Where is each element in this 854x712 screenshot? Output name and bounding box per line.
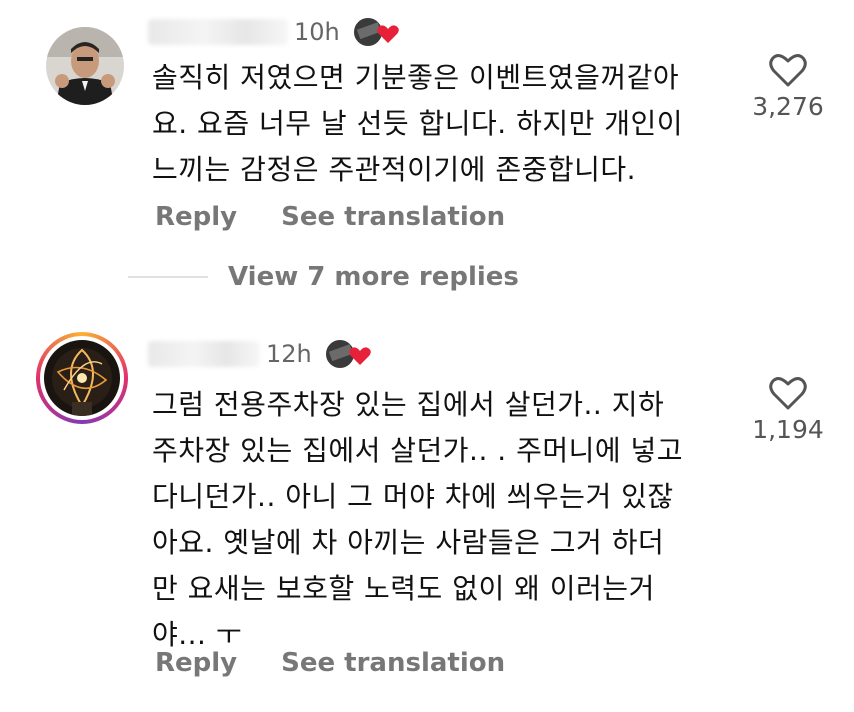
like-button[interactable]: 3,276 [748, 52, 828, 121]
creator-liked-heart-icon [323, 336, 374, 372]
comment-actions: Reply See translation [155, 648, 505, 678]
view-more-replies[interactable]: View 7 more replies [128, 262, 519, 292]
comment-actions: Reply See translation [155, 202, 505, 232]
comment-meta: 10h [148, 14, 402, 50]
reply-button[interactable]: Reply [155, 202, 237, 232]
heart-outline-icon[interactable] [769, 375, 807, 411]
divider [128, 276, 208, 278]
reply-button[interactable]: Reply [155, 648, 237, 678]
timestamp: 12h [266, 340, 312, 368]
like-count: 1,194 [752, 415, 824, 444]
see-translation-button[interactable]: See translation [281, 202, 505, 232]
like-button[interactable]: 1,194 [748, 375, 828, 444]
view-more-replies-label[interactable]: View 7 more replies [228, 262, 519, 292]
creator-liked-heart-icon [351, 14, 402, 50]
username-blurred[interactable] [148, 341, 260, 367]
heart-outline-icon[interactable] [769, 52, 807, 88]
comment-text: 솔직히 저였으면 기분좋은 이벤트였을꺼같아 요. 요즘 너무 날 선듯 합니다… [152, 61, 684, 186]
username-blurred[interactable] [148, 19, 288, 45]
avatar[interactable] [46, 27, 124, 105]
comment-meta: 12h [148, 336, 374, 372]
like-count: 3,276 [752, 92, 824, 121]
comment-text: 그럼 전용주차장 있는 집에서 살던가.. 지하 주차장 있는 집에서 살던가.… [152, 388, 684, 651]
avatar[interactable] [36, 332, 128, 424]
timestamp: 10h [294, 18, 340, 46]
see-translation-button[interactable]: See translation [281, 648, 505, 678]
